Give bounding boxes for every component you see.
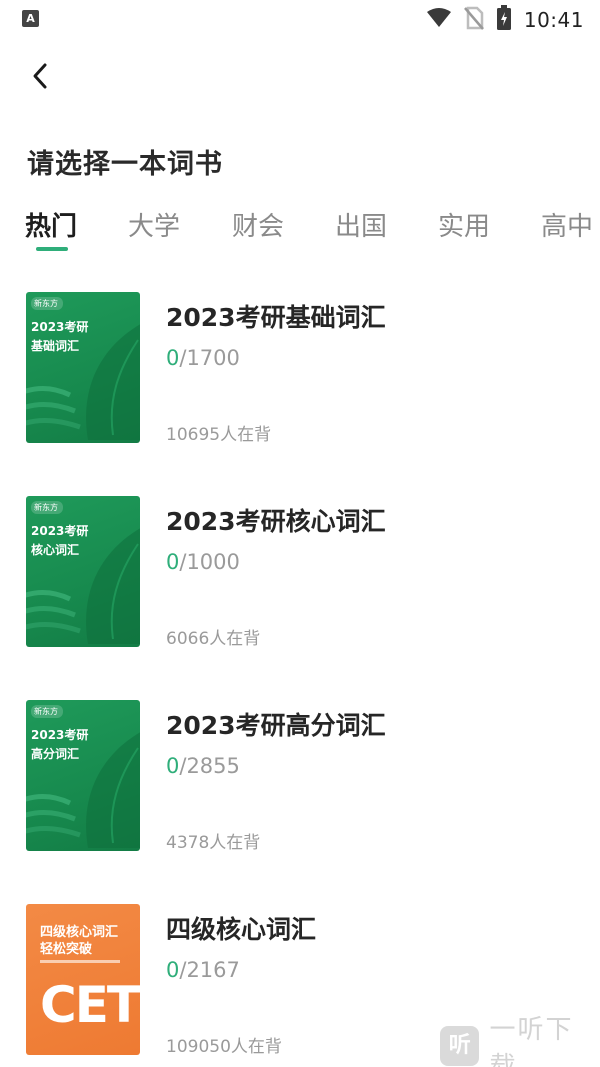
watermark-logo-icon: 听 xyxy=(440,1026,480,1066)
book-title: 四级核心词汇 xyxy=(166,915,317,944)
app-notification-icon: A xyxy=(22,10,39,27)
status-icons: 10:41 xyxy=(426,4,584,36)
tab-hot[interactable]: 热门 xyxy=(25,206,77,243)
tab-practical[interactable]: 实用 xyxy=(438,206,490,243)
book-item[interactable]: 新东方 2023考研 核心词汇 2023考研核心词汇 0/1000 6066人在… xyxy=(0,496,600,656)
cover-title: 四级核心词汇 轻松突破 xyxy=(40,925,119,957)
back-button[interactable] xyxy=(22,60,58,96)
book-item[interactable]: 新东方 2023考研 高分词汇 2023考研高分词汇 0/2855 4378人在… xyxy=(0,700,600,860)
clock-time: 10:41 xyxy=(523,8,584,32)
cover-logo: 新东方 xyxy=(31,297,63,310)
watermark-text: 一听下载 xyxy=(489,1015,574,1067)
page-title: 请选择一本词书 xyxy=(27,149,223,180)
book-title: 2023考研基础词汇 xyxy=(166,303,386,332)
tab-high-school[interactable]: 高中 xyxy=(541,206,593,243)
status-bar: A 10:41 xyxy=(0,0,600,42)
tab-university[interactable]: 大学 xyxy=(128,206,180,243)
wave-decoration xyxy=(26,590,81,634)
tab-abroad[interactable]: 出国 xyxy=(335,206,387,243)
no-sim-icon xyxy=(463,6,484,34)
book-title: 2023考研高分词汇 xyxy=(166,711,386,740)
book-item[interactable]: 新东方 2023考研 基础词汇 2023考研基础词汇 0/1700 10695人… xyxy=(0,292,600,452)
chevron-left-icon xyxy=(31,62,49,94)
learner-count: 4378人在背 xyxy=(166,833,261,853)
book-cover: 新东方 2023考研 核心词汇 xyxy=(26,496,140,647)
cover-big-text: CET4 xyxy=(40,976,140,1034)
tab-finance[interactable]: 财会 xyxy=(232,206,284,243)
wave-decoration xyxy=(26,794,81,838)
book-progress: 0/2855 xyxy=(166,754,240,778)
cover-logo: 新东方 xyxy=(31,501,63,514)
cover-divider xyxy=(40,960,120,963)
category-tabs: 热门 大学 财会 出国 实用 高中 xyxy=(0,200,600,256)
learner-count: 10695人在背 xyxy=(166,425,272,445)
book-progress: 0/1000 xyxy=(166,550,240,574)
learner-count: 109050人在背 xyxy=(166,1037,282,1057)
book-cover: 四级核心词汇 轻松突破 CET4 xyxy=(26,904,140,1055)
book-progress: 0/1700 xyxy=(166,346,240,370)
wave-decoration xyxy=(26,386,81,430)
book-title: 2023考研核心词汇 xyxy=(166,507,386,536)
active-tab-indicator xyxy=(36,247,68,251)
wifi-icon xyxy=(426,7,452,33)
book-cover: 新东方 2023考研 基础词汇 xyxy=(26,292,140,443)
cover-logo: 新东方 xyxy=(31,705,63,718)
learner-count: 6066人在背 xyxy=(166,629,261,649)
book-cover: 新东方 2023考研 高分词汇 xyxy=(26,700,140,851)
book-progress: 0/2167 xyxy=(166,958,240,982)
watermark: 听 一听下载 xyxy=(440,1015,600,1067)
battery-icon xyxy=(496,5,512,35)
